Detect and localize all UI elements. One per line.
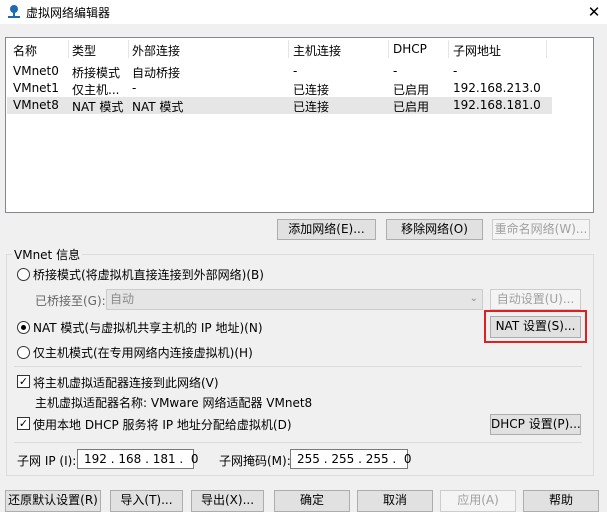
table-row[interactable]: VMnet1 仅主机... - 已连接 已启用 192.168.213.0 [7,80,552,97]
network-table[interactable]: 名称 类型 外部连接 主机连接 DHCP 子网地址 VMnet0 桥接模式 自动… [5,37,594,213]
cell-host: 已连接 [293,83,330,97]
cell-dhcp: 已启用 [393,83,430,97]
cell-subnet: 192.168.213.0 [453,81,541,95]
host-only-mode-label[interactable]: 仅主机模式(在专用网络内连接虚拟机)(H) [33,344,253,361]
dhcp-label[interactable]: 使用本地 DHCP 服务将 IP 地址分配给虚拟机(D) [33,416,292,433]
cell-type: 桥接模式 [72,66,121,80]
connect-adapter-label[interactable]: 将主机虚拟适配器连接到此网络(V) [33,374,219,391]
dhcp-checkbox[interactable]: ✓ [17,417,30,430]
cell-external: 自动桥接 [132,66,181,80]
nat-mode-radio[interactable] [17,321,30,334]
export-button[interactable]: 导出(X)... [191,490,264,512]
column-separator [68,40,69,58]
column-header-host[interactable]: 主机连接 [293,42,341,59]
column-separator [128,40,129,58]
cell-external: - [132,81,137,95]
chevron-down-icon: ⌄ [469,293,478,304]
rename-network-button[interactable]: 重命名网络(W)... [492,219,590,240]
cell-name: VMnet1 [13,81,59,95]
bridged-to-select[interactable]: 自动 ⌄ [106,289,483,310]
cell-name: VMnet0 [13,64,59,78]
cell-dhcp: 已启用 [393,100,430,114]
subnet-ip-label: 子网 IP (I): [17,454,77,468]
column-separator [288,40,289,58]
ok-button[interactable]: 确定 [274,490,350,512]
import-button[interactable]: 导入(T)... [110,490,183,512]
column-header-external[interactable]: 外部连接 [132,42,180,59]
column-header-dhcp[interactable]: DHCP [393,42,427,56]
connect-adapter-checkbox[interactable]: ✓ [17,375,30,388]
radio-selected-dot [21,325,26,330]
cancel-button[interactable]: 取消 [357,490,433,512]
close-icon[interactable]: ✕ [584,2,604,22]
column-separator [546,40,547,58]
column-header-name[interactable]: 名称 [13,42,37,59]
adapter-name-label: 主机虚拟适配器名称: VMware 网络适配器 VMnet8 [35,396,313,410]
window-title: 虚拟网络编辑器 [26,6,111,20]
cell-subnet: 192.168.181.0 [453,98,541,112]
bridged-mode-label[interactable]: 桥接模式(将虚拟机直接连接到外部网络)(B) [33,266,264,283]
cell-subnet: - [453,64,458,78]
cell-type: 仅主机... [72,83,120,97]
dhcp-settings-button[interactable]: DHCP 设置(P)... [490,414,581,435]
divider [14,366,582,367]
cell-host: 已连接 [293,100,330,114]
divider [14,442,582,443]
subnet-mask-input[interactable]: 255 . 255 . 255 . 0 [290,449,412,469]
cell-type: NAT 模式 [72,100,124,114]
nat-settings-button[interactable]: NAT 设置(S)... [490,316,581,338]
apply-button[interactable]: 应用(A) [440,490,516,512]
nat-mode-label[interactable]: NAT 模式(与虚拟机共享主机的 IP 地址)(N) [33,319,263,336]
bridged-mode-radio[interactable] [17,268,30,281]
column-separator [448,40,449,58]
restore-defaults-button[interactable]: 还原默认设置(R) [5,490,101,512]
help-button[interactable]: 帮助 [523,490,599,512]
vmware-network-icon [6,4,22,20]
column-header-type[interactable]: 类型 [72,42,96,59]
subnet-mask-label: 子网掩码(M): [219,454,291,468]
column-header-subnet[interactable]: 子网地址 [453,42,501,59]
table-row-selected[interactable]: VMnet8 NAT 模式 NAT 模式 已连接 已启用 192.168.181… [7,97,552,114]
cell-host: - [293,64,298,78]
cell-dhcp: - [393,64,398,78]
vmnet-info-title: VMnet 信息 [12,246,83,263]
cell-external: NAT 模式 [132,100,184,114]
add-network-button[interactable]: 添加网络(E)... [277,219,376,240]
column-separator [388,40,389,58]
table-row[interactable]: VMnet0 桥接模式 自动桥接 - - - [7,63,552,80]
auto-settings-button[interactable]: 自动设置(U)... [490,289,581,310]
cell-name: VMnet8 [13,98,59,112]
remove-network-button[interactable]: 移除网络(O) [386,219,483,240]
bridged-to-label: 已桥接至(G): [35,294,106,308]
host-only-mode-radio[interactable] [17,346,30,359]
title-bar: 虚拟网络编辑器 ✕ [0,0,607,24]
bridged-to-value: 自动 [110,292,135,306]
subnet-ip-input[interactable]: 192 . 168 . 181 . 0 [77,449,199,469]
